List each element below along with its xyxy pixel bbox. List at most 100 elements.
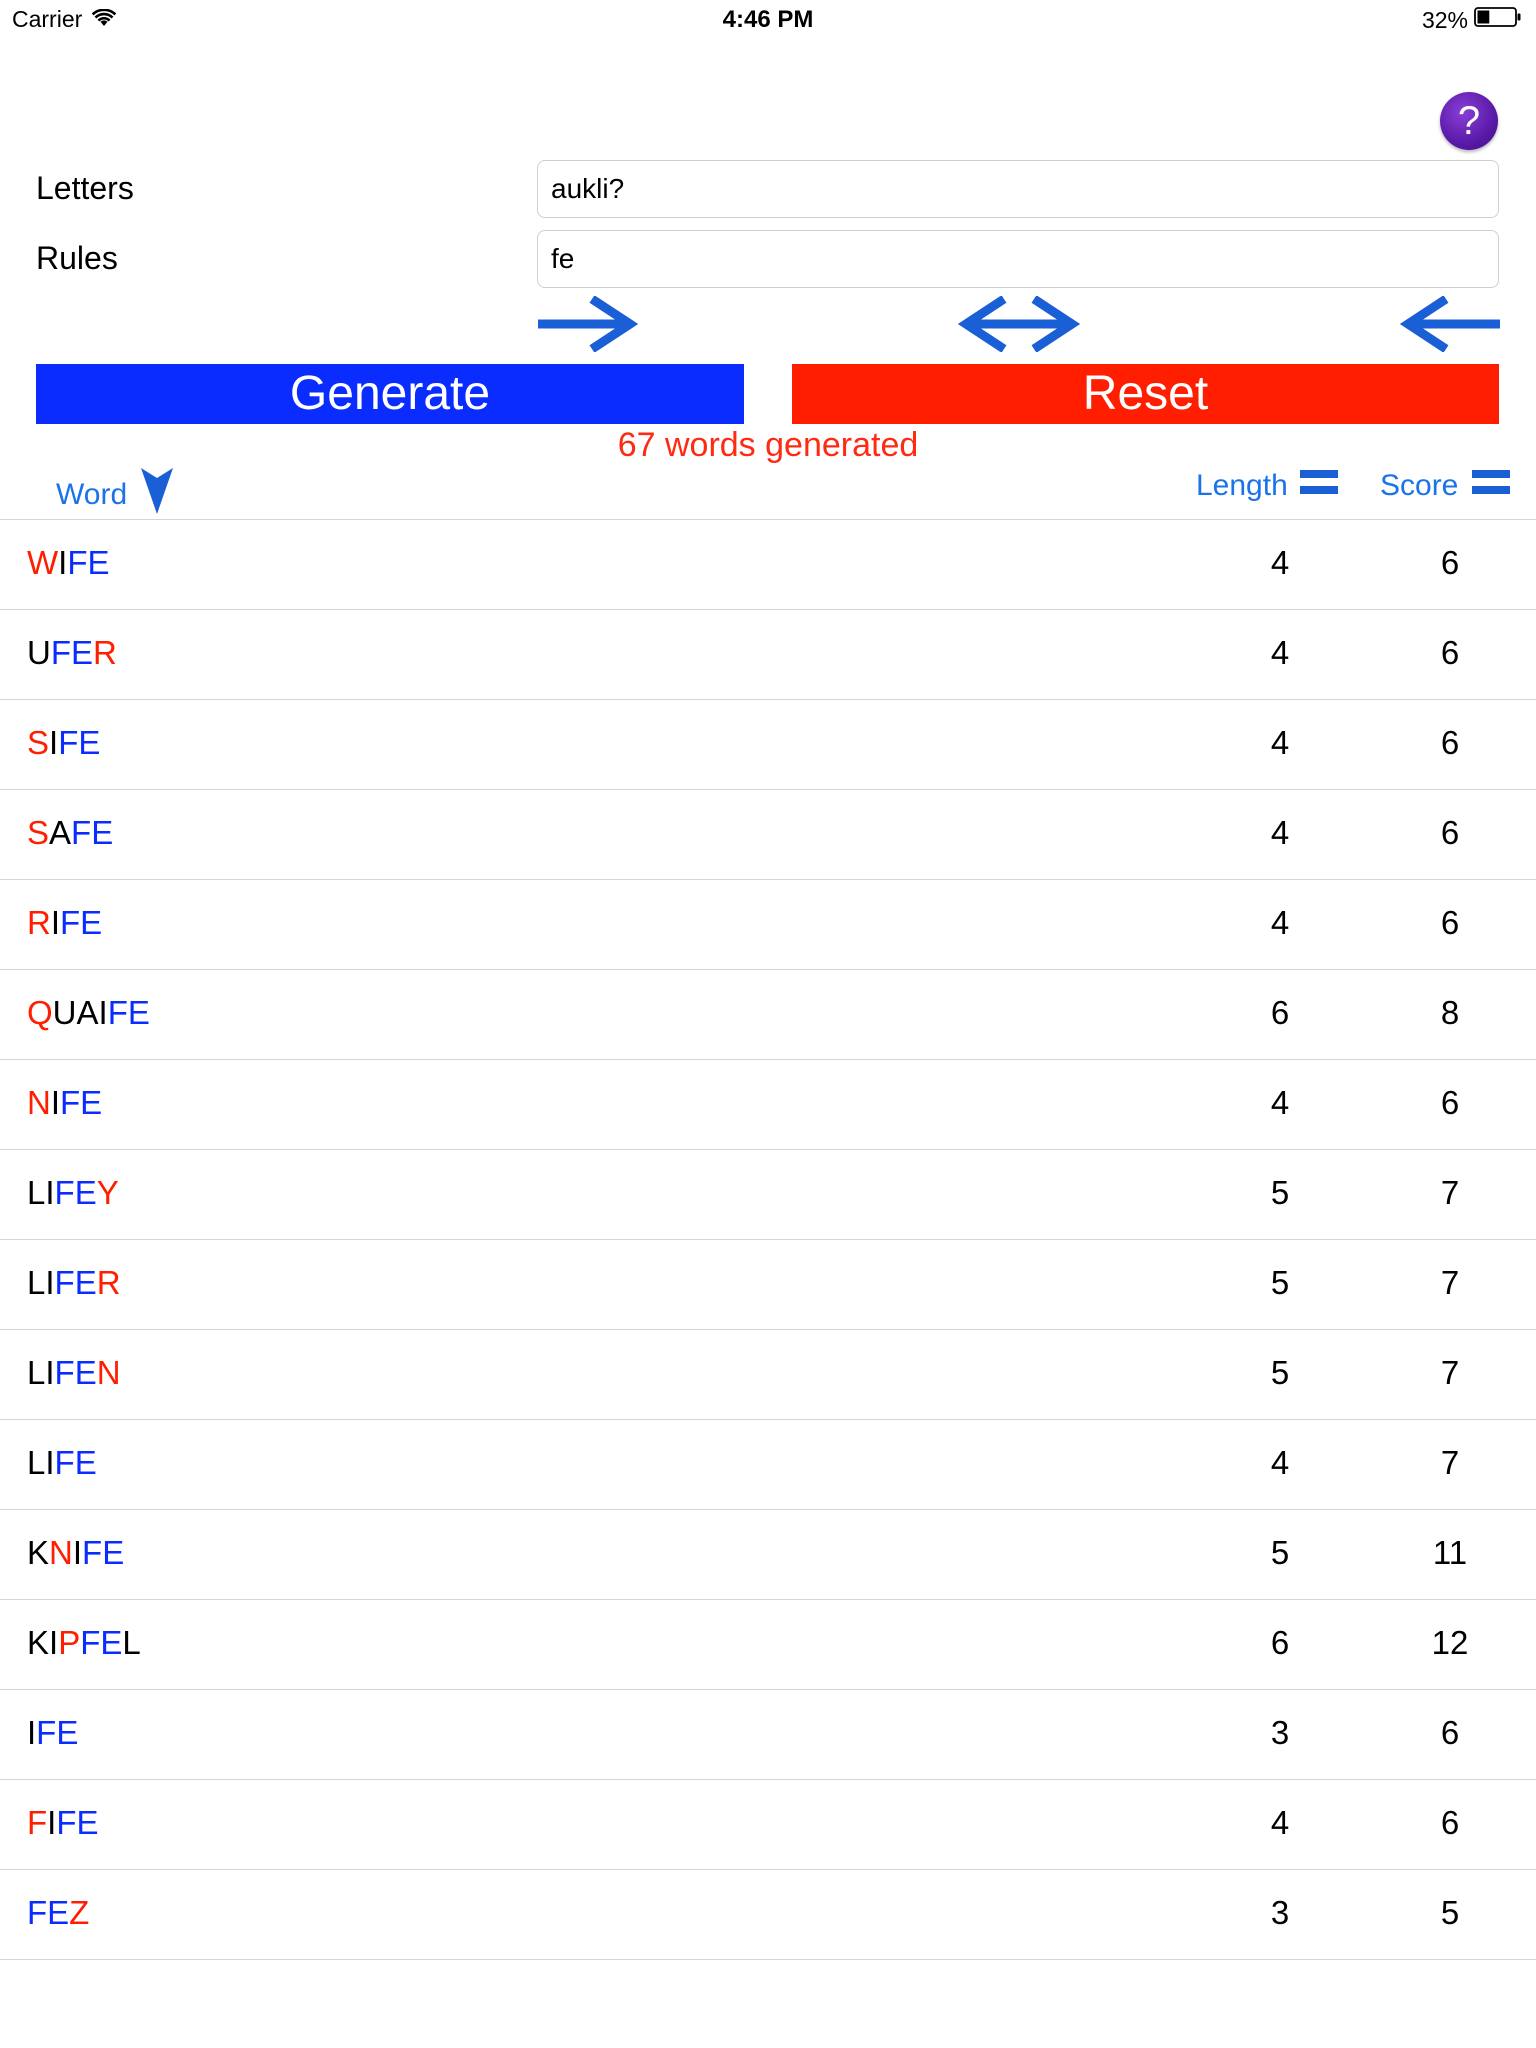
row-length: 4 xyxy=(1270,904,1290,941)
row-score: 6 xyxy=(1440,1084,1460,1121)
arrow-left-icon[interactable] xyxy=(1399,295,1502,357)
word-letter-segment: FE xyxy=(67,544,110,581)
word-letter-segment: I xyxy=(58,544,68,581)
word-letter-segment: S xyxy=(27,814,50,851)
rules-label: Rules xyxy=(36,240,118,276)
row-score: 6 xyxy=(1440,724,1460,761)
table-row[interactable]: SIFE 4 6 xyxy=(0,700,1536,790)
table-row[interactable]: NIFE 4 6 xyxy=(0,1060,1536,1150)
letters-label: Letters xyxy=(36,170,134,206)
help-icon: ? xyxy=(1457,99,1481,143)
word-letter-segment: FE xyxy=(107,994,150,1031)
table-row[interactable]: LIFEN 5 7 xyxy=(0,1330,1536,1420)
status-bar: Carrier 4:46 PM 32% xyxy=(0,0,1536,40)
arrow-right-icon[interactable] xyxy=(536,295,639,357)
row-length: 4 xyxy=(1270,544,1290,581)
word-letter-segment: FE xyxy=(50,634,94,671)
word-letter-segment: FE xyxy=(82,1534,125,1571)
row-score: 7 xyxy=(1440,1174,1460,1211)
reset-button[interactable]: Reset xyxy=(792,364,1499,424)
word-letter-segment: FE xyxy=(36,1714,79,1751)
table-row[interactable]: KNIFE 5 11 xyxy=(0,1510,1536,1600)
row-length: 3 xyxy=(1270,1894,1290,1931)
length-header-label: Length xyxy=(1196,469,1288,502)
table-row[interactable]: LIFE 4 7 xyxy=(0,1420,1536,1510)
word-letter-segment: Y xyxy=(96,1174,119,1211)
row-score: 6 xyxy=(1440,544,1460,581)
table-row[interactable]: WIFE 4 6 xyxy=(0,520,1536,610)
word-letter-segment: R xyxy=(93,634,117,671)
row-word: LIFE xyxy=(27,1444,97,1482)
letters-input[interactable] xyxy=(537,160,1499,218)
word-letter-segment: FE xyxy=(58,724,101,761)
row-word: LIFEN xyxy=(27,1354,121,1392)
word-letter-segment: F xyxy=(27,1804,48,1841)
table-row[interactable]: SAFE 4 6 xyxy=(0,790,1536,880)
rules-input[interactable] xyxy=(537,230,1499,288)
word-letter-segment: FE xyxy=(71,814,114,851)
row-word: QUAIFE xyxy=(27,994,150,1032)
arrow-left-right-icon[interactable] xyxy=(957,295,1081,357)
word-letter-segment: FE xyxy=(60,1084,103,1121)
row-score: 5 xyxy=(1440,1894,1460,1931)
length-column-header[interactable]: Length xyxy=(1196,468,1338,504)
row-word: FEZ xyxy=(27,1894,89,1932)
row-score: 12 xyxy=(1431,1624,1469,1661)
row-score: 6 xyxy=(1440,904,1460,941)
row-length: 5 xyxy=(1270,1174,1290,1211)
battery-percent: 32% xyxy=(1421,6,1468,33)
row-score: 8 xyxy=(1440,994,1460,1031)
table-row[interactable]: UFER 4 6 xyxy=(0,610,1536,700)
row-length: 5 xyxy=(1270,1264,1290,1301)
word-letter-segment: FE xyxy=(27,1894,70,1931)
table-row[interactable]: FEZ 3 5 xyxy=(0,1870,1536,1960)
word-letter-segment: R xyxy=(27,904,51,941)
table-row[interactable]: IFE 3 6 xyxy=(0,1690,1536,1780)
table-row[interactable]: RIFE 4 6 xyxy=(0,880,1536,970)
row-score: 6 xyxy=(1440,1714,1460,1751)
word-letter-segment: P xyxy=(58,1624,81,1661)
word-letter-segment: I xyxy=(49,724,59,761)
sort-neutral-icon xyxy=(1299,468,1338,504)
table-row[interactable]: FIFE 4 6 xyxy=(0,1780,1536,1870)
word-letter-segment: FE xyxy=(54,1174,97,1211)
row-word: NIFE xyxy=(27,1084,102,1122)
sort-descending-icon xyxy=(141,468,174,522)
table-row[interactable]: QUAIFE 6 8 xyxy=(0,970,1536,1060)
score-column-header[interactable]: Score xyxy=(1380,468,1511,504)
word-letter-segment: Q xyxy=(27,994,53,1031)
word-letter-segment: I xyxy=(50,904,61,941)
word-letter-segment: KI xyxy=(27,1624,59,1661)
row-length: 4 xyxy=(1270,1444,1290,1481)
table-row[interactable]: LIFEY 5 7 xyxy=(0,1150,1536,1240)
row-score: 6 xyxy=(1440,634,1460,671)
word-letter-segment: LI xyxy=(27,1174,55,1211)
word-letter-segment: A xyxy=(49,814,72,851)
row-word: WIFE xyxy=(27,544,110,582)
table-row[interactable]: KIPFEL 6 12 xyxy=(0,1600,1536,1690)
row-length: 6 xyxy=(1270,1624,1290,1661)
row-score: 6 xyxy=(1440,814,1460,851)
generate-button[interactable]: Generate xyxy=(36,364,744,424)
word-letter-segment: FE xyxy=(54,1354,97,1391)
help-button[interactable]: ? xyxy=(1440,92,1498,150)
row-length: 4 xyxy=(1270,1084,1290,1121)
result-message: 67 words generated xyxy=(617,426,919,464)
word-letter-segment: L xyxy=(122,1624,141,1661)
word-letter-segment: I xyxy=(72,1534,83,1571)
row-word: FIFE xyxy=(27,1804,99,1842)
battery-icon xyxy=(1474,6,1522,34)
word-letter-segment: Z xyxy=(69,1894,90,1931)
word-letter-segment: U xyxy=(27,634,51,671)
word-column-header[interactable]: Word xyxy=(56,468,174,522)
table-row[interactable]: LIFER 5 7 xyxy=(0,1240,1536,1330)
row-word: RIFE xyxy=(27,904,102,942)
word-list[interactable]: WIFE 4 6 UFER 4 6 SIFE 4 6 SAFE 4 6 RIFE 4 6 QUAIFE 6 8 NI… xyxy=(0,519,1536,1960)
row-word: SAFE xyxy=(27,814,113,852)
row-word: KNIFE xyxy=(27,1534,124,1572)
word-letter-segment: FE xyxy=(54,1444,97,1481)
word-letter-segment: I xyxy=(50,1084,61,1121)
row-score: 11 xyxy=(1432,1534,1468,1571)
row-score: 7 xyxy=(1440,1444,1460,1481)
row-length: 5 xyxy=(1270,1534,1290,1571)
